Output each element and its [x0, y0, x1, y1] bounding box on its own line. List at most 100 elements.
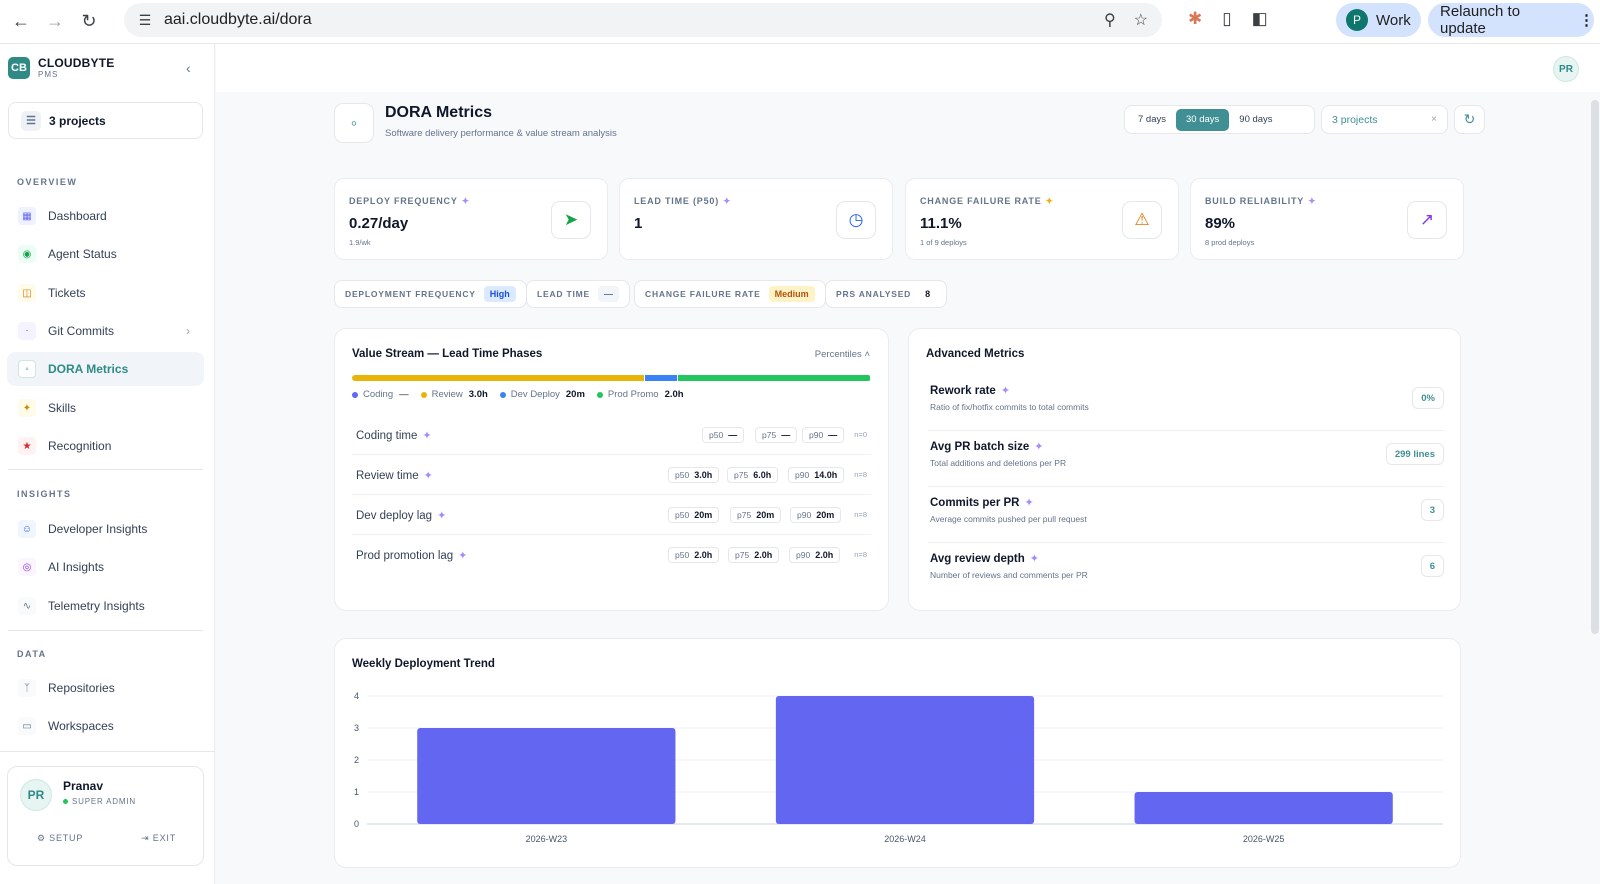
sample-count: n=8 [854, 510, 867, 519]
sparkle-icon: ✦ [1000, 385, 1011, 397]
sidebar-item-developer-insights[interactable]: ☺ Developer Insights [7, 512, 204, 546]
range-90-days-button[interactable]: 90 days [1229, 109, 1282, 131]
metric-value-badge: 299 lines [1385, 443, 1444, 465]
relaunch-button[interactable]: Relaunch to update ⋮ [1428, 3, 1594, 37]
p50-chip: p50 3.0h [668, 467, 720, 483]
address-bar[interactable]: ☰ aai.cloudbyte.ai/dora ⚲ ☆ [124, 3, 1162, 37]
user-role: SUPER ADMIN [63, 797, 136, 806]
pct-value: — [781, 430, 791, 440]
legend-name: Dev Deploy [510, 389, 560, 400]
scrollbar[interactable] [1591, 100, 1599, 634]
setup-button[interactable]: ⚙ SETUP [37, 833, 83, 844]
ticket-icon: ◫ [18, 284, 36, 302]
y-tick-label: 4 [354, 691, 359, 701]
p90-chip: p90 20m [790, 507, 842, 523]
avatar[interactable]: PR [20, 779, 52, 811]
sidebar-item-dora-metrics[interactable]: ◦ DORA Metrics [7, 352, 204, 386]
zoom-icon[interactable]: ⚲ [1104, 10, 1116, 30]
sidebar-item-ai-insights[interactable]: ◎ AI Insights [7, 550, 204, 584]
pct-label: p50 [675, 510, 690, 520]
back-icon[interactable]: ← [8, 9, 34, 35]
url-text[interactable]: aai.cloudbyte.ai/dora [164, 11, 312, 29]
y-tick-label: 0 [354, 819, 359, 829]
avatar[interactable]: PR [1553, 56, 1579, 82]
legend-item: Dev Deploy 20m [499, 389, 585, 400]
p75-chip: p75 2.0h [728, 547, 780, 563]
legend-name: Prod Promo [607, 389, 659, 400]
p75-chip: p75 20m [730, 507, 782, 523]
extension-claude-icon[interactable]: ✱ [1188, 9, 1202, 29]
rating-change-failure-rate: CHANGE FAILURE RATE Medium [634, 280, 826, 308]
close-icon[interactable]: × [1431, 114, 1437, 125]
brand[interactable]: CB CLOUDBYTE PMS [8, 56, 114, 79]
pct-value: 20m [816, 510, 835, 520]
advanced-metrics-card: Advanced Metrics Rework rate ✦ Ratio of f… [908, 328, 1461, 611]
bar-2026-W24[interactable] [775, 696, 1035, 824]
forward-icon[interactable]: → [42, 9, 68, 35]
phase-segment-review [352, 375, 644, 381]
sidebar-item-workspaces[interactable]: ▭ Workspaces [7, 709, 204, 743]
date-range-toggle: 7 days 30 days 90 days [1124, 105, 1315, 134]
sparkle-icon: ✦ [437, 510, 447, 522]
project-selector[interactable]: ☰ 3 projects [8, 102, 203, 139]
collapse-sidebar-icon[interactable]: ‹ [186, 60, 191, 76]
sidebar-item-repositories[interactable]: ᛉ Repositories [7, 671, 204, 705]
reading-list-icon[interactable]: ◧ [1252, 9, 1268, 29]
pct-label: p90 [809, 430, 824, 440]
bar-2026-W23[interactable] [417, 728, 676, 824]
pct-label: p90 [795, 470, 810, 480]
sidebar-item-git-commits[interactable]: ⋅ Git Commits › [7, 314, 204, 348]
chevron-up-icon: ˄ [864, 349, 870, 360]
metric-row-rework-rate: Rework rate ✦ Ratio of fix/hotfix commits… [928, 375, 1444, 431]
metric-row-avg-pr-batch-size: Avg PR batch size ✦ Total additions and d… [928, 431, 1444, 487]
kpi-sub: 8 prod deploys [1205, 238, 1255, 247]
legend-value: 20m [565, 389, 585, 400]
legend-value: 3.0h [468, 389, 488, 400]
legend-value: — [399, 389, 409, 400]
p90-chip: p90 — [802, 427, 845, 443]
metric-name: Commits per PR [930, 497, 1020, 509]
refresh-button[interactable]: ↻ [1454, 105, 1485, 134]
pct-label: p75 [734, 470, 749, 480]
rating-badge: Medium [768, 286, 815, 302]
metric-value-badge: 0% [1412, 387, 1444, 409]
site-settings-icon[interactable]: ☰ [136, 11, 154, 29]
rating-prs-analysed: PRS ANALYSED 8 [825, 280, 948, 308]
sidebar-item-recognition[interactable]: ★ Recognition [7, 429, 204, 463]
kpi-label: CHANGE FAILURE RATE [920, 196, 1042, 206]
reload-icon[interactable]: ↻ [76, 9, 102, 35]
section-insights: INSIGHTS [17, 489, 72, 499]
kpi-card-build-reliability: BUILD RELIABILITY ✦ 89% 8 prod deploys ↗ [1190, 178, 1464, 260]
phase-segment-dev-deploy [644, 375, 678, 381]
metric-name: Avg PR batch size [930, 441, 1030, 453]
phase-name: Dev deploy lag [356, 510, 433, 522]
sparkle-icon: ✦ [1024, 497, 1034, 509]
range-7-days-button[interactable]: 7 days [1128, 109, 1176, 131]
bookmark-star-icon[interactable]: ☆ [1134, 10, 1148, 30]
sample-count: n=8 [854, 550, 867, 559]
sidebar-item-agent-status[interactable]: ◉ Agent Status [7, 237, 204, 271]
setup-label: SETUP [49, 833, 84, 843]
section-overview: OVERVIEW [17, 177, 78, 187]
sidebar-item-dashboard[interactable]: ▦ Dashboard [7, 199, 204, 233]
metric-name: Avg review depth [930, 553, 1025, 565]
profile-button[interactable]: P Work [1336, 3, 1421, 37]
sidebar: CB CLOUDBYTE PMS ‹ ☰ 3 projects OVERVIEW… [0, 44, 215, 884]
chevron-right-icon[interactable]: › [186, 324, 190, 338]
sidebar-item-tickets[interactable]: ◫ Tickets [7, 276, 204, 310]
sidebar-item-telemetry-insights[interactable]: ∿ Telemetry Insights [7, 589, 204, 623]
section-data: DATA [17, 649, 47, 659]
more-menu-icon[interactable]: ⋮ [1579, 11, 1594, 29]
exit-button[interactable]: ⇥ EXIT [141, 833, 176, 844]
range-30-days-button[interactable]: 30 days [1176, 108, 1230, 131]
bar-2026-W25[interactable] [1134, 792, 1393, 824]
legend-dot-icon [420, 391, 427, 398]
legend-value: 2.0h [664, 389, 684, 400]
extensions-puzzle-icon[interactable]: ▯ [1222, 9, 1231, 29]
kpi-label: LEAD TIME (P50) [634, 196, 720, 206]
p90-chip: p90 2.0h [789, 547, 841, 563]
project-filter[interactable]: 3 projects × [1321, 105, 1448, 134]
percentiles-toggle[interactable]: Percentiles ˄ [815, 349, 870, 360]
sparkle-icon: ✦ [458, 550, 468, 562]
sidebar-item-skills[interactable]: ✦ Skills [7, 391, 204, 425]
